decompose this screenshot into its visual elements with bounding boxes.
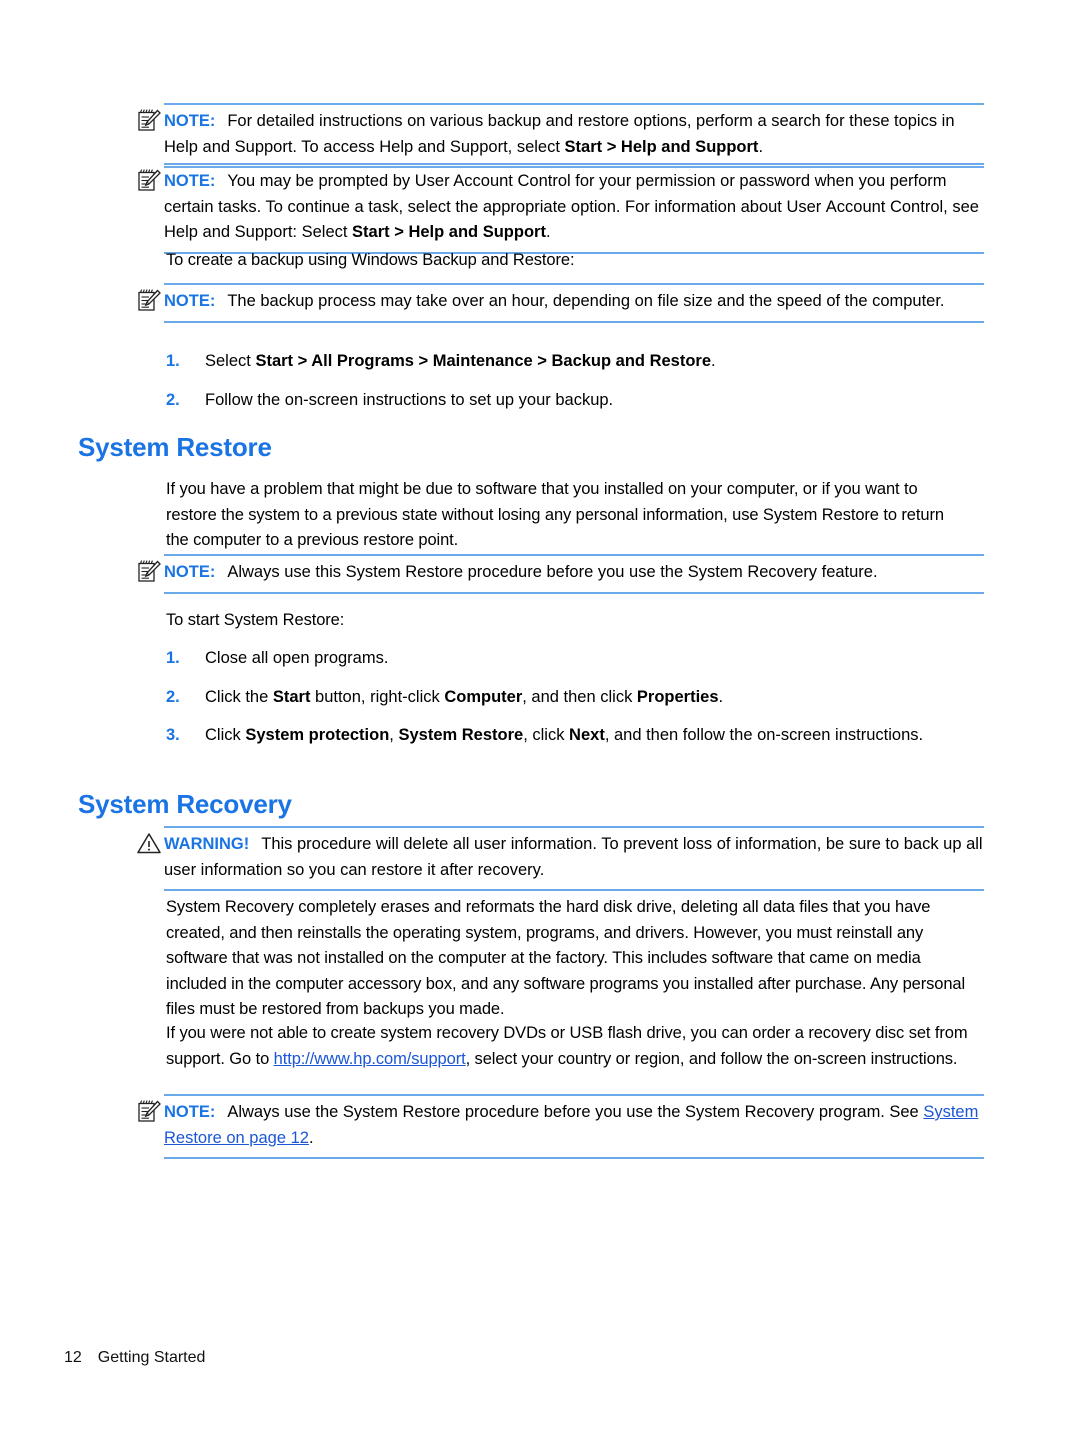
document-page: NOTE: For detailed instructions on variou…	[0, 0, 1080, 1437]
note-callout-5: NOTE: Always use the System Restore proce…	[136, 1094, 984, 1159]
seg-bold: System protection	[245, 726, 390, 744]
order-text-after: , select your country or region, and fol…	[465, 1049, 958, 1068]
note-text-line1: Always use the System Restore procedure …	[227, 1103, 885, 1121]
seg: button, right-click	[310, 687, 445, 706]
warning-label: WARNING!	[164, 835, 250, 853]
note-text: Always use this System Restore procedure…	[227, 563, 878, 581]
note-text-line2: computer.	[872, 292, 945, 310]
system-restore-paragraph: If you have a problem that might be due …	[166, 480, 944, 549]
note-callout-2: NOTE: You may be prompted by User Account…	[136, 163, 984, 254]
note-text-line2-after: .	[308, 1128, 314, 1147]
system-restore-steps-intro: To start System Restore:	[166, 611, 345, 629]
seg: , and then click	[522, 687, 637, 706]
list-item: 2. Click the Start button, right-click C…	[166, 685, 971, 711]
note-pad-pencil-icon	[136, 287, 162, 313]
system-recovery-paragraph: System Recovery completely erases and re…	[166, 898, 966, 1018]
step-bold: Start > All Programs > Maintenance > Bac…	[255, 352, 712, 370]
footer-section-title: Getting Started	[97, 1349, 206, 1366]
hp-support-link[interactable]: http://www.hp.com/support	[274, 1050, 466, 1068]
list-item: 1. Close all open programs.	[166, 646, 971, 672]
seg: Close all open programs.	[205, 649, 389, 667]
page-title-system-recovery: System Recovery	[78, 789, 292, 819]
list-item: 3. Click System protection, System Resto…	[166, 723, 971, 749]
list-item-text: Click System protection, System Restore,…	[205, 723, 971, 749]
seg: Click the	[205, 687, 273, 706]
step-prefix: Select	[205, 352, 256, 370]
list-item: 1. Select Start > All Programs > Mainten…	[166, 349, 986, 375]
note-callout-3: NOTE: The backup process may take over an…	[136, 283, 984, 323]
note-text-line2c: .	[758, 137, 764, 156]
warning-callout: WARNING! This procedure will delete all u…	[136, 826, 984, 891]
list-item-number: 1.	[166, 352, 180, 370]
note-text-bold1: Start > Help and Support	[352, 223, 546, 241]
note-label: NOTE:	[164, 112, 216, 130]
note-text-line2-before: See	[889, 1103, 924, 1121]
note-body: NOTE: For detailed instructions on variou…	[164, 103, 984, 168]
seg: Click	[205, 726, 246, 744]
note-pad-pencil-icon	[136, 1098, 162, 1124]
seg: , click	[523, 726, 570, 744]
list-item: 2. Follow the on-screen instructions to …	[166, 388, 986, 414]
note-pad-pencil-icon	[136, 167, 162, 193]
note-callout-1: NOTE: For detailed instructions on variou…	[136, 103, 984, 168]
system-recovery-order-paragraph: If you were not able to create system re…	[166, 1021, 971, 1072]
warning-text-line1: This procedure will delete all user info…	[261, 835, 881, 853]
list-item-text: Click the Start button, right-click Comp…	[205, 685, 971, 711]
page-footer: 12 Getting Started	[64, 1349, 205, 1367]
backup-intro-paragraph: To create a backup using Windows Backup …	[166, 251, 575, 269]
note-label: NOTE:	[164, 172, 216, 190]
note-label: NOTE:	[164, 563, 216, 581]
page-title-system-restore: System Restore	[78, 432, 272, 462]
list-item-number: 1.	[166, 649, 180, 667]
note-body: NOTE: The backup process may take over an…	[164, 283, 984, 323]
seg: .	[718, 687, 724, 706]
list-item-text: Close all open programs.	[205, 646, 971, 672]
note-text-line1: For detailed instructions on various bac…	[227, 112, 890, 130]
note-callout-4: NOTE: Always use this System Restore proc…	[136, 554, 984, 594]
note-label: NOTE:	[164, 1103, 216, 1121]
seg-bold: Computer	[444, 687, 523, 706]
note-body: NOTE: Always use the System Restore proce…	[164, 1094, 984, 1159]
list-item-number: 2.	[166, 687, 180, 706]
list-item-number: 3.	[166, 726, 180, 744]
note-label: NOTE:	[164, 292, 216, 310]
system-restore-steps-list: 1. Close all open programs. 2. Click the…	[166, 646, 971, 762]
note-text-bold1: Start > Help and Support	[564, 137, 759, 156]
list-item-number: 2.	[166, 390, 180, 409]
seg-bold: Next	[569, 726, 605, 744]
warning-body: WARNING! This procedure will delete all u…	[164, 826, 984, 891]
list-item-text: Follow the on-screen instructions to set…	[205, 390, 614, 409]
footer-page-number: 12	[64, 1349, 82, 1366]
seg: , and then follow the on-screen instruct…	[604, 726, 924, 744]
note-text-line1: You may be prompted by User Account Cont…	[227, 172, 886, 190]
seg-bold: System Restore	[398, 726, 524, 744]
note-body: NOTE: Always use this System Restore proc…	[164, 554, 984, 594]
step-suffix: .	[711, 352, 716, 370]
list-item-text: Select Start > All Programs > Maintenanc…	[205, 349, 986, 375]
seg-bold: Start	[272, 687, 311, 706]
backup-steps-list: 1. Select Start > All Programs > Mainten…	[166, 349, 986, 426]
note-text-line1: The backup process may take over an hour…	[227, 292, 868, 310]
warning-triangle-icon	[136, 830, 162, 856]
note-text-line3c: .	[545, 223, 551, 241]
note-pad-pencil-icon	[136, 558, 162, 584]
note-body: NOTE: You may be prompted by User Account…	[164, 163, 984, 254]
note-pad-pencil-icon	[136, 107, 162, 133]
seg-bold: Properties	[636, 687, 719, 706]
